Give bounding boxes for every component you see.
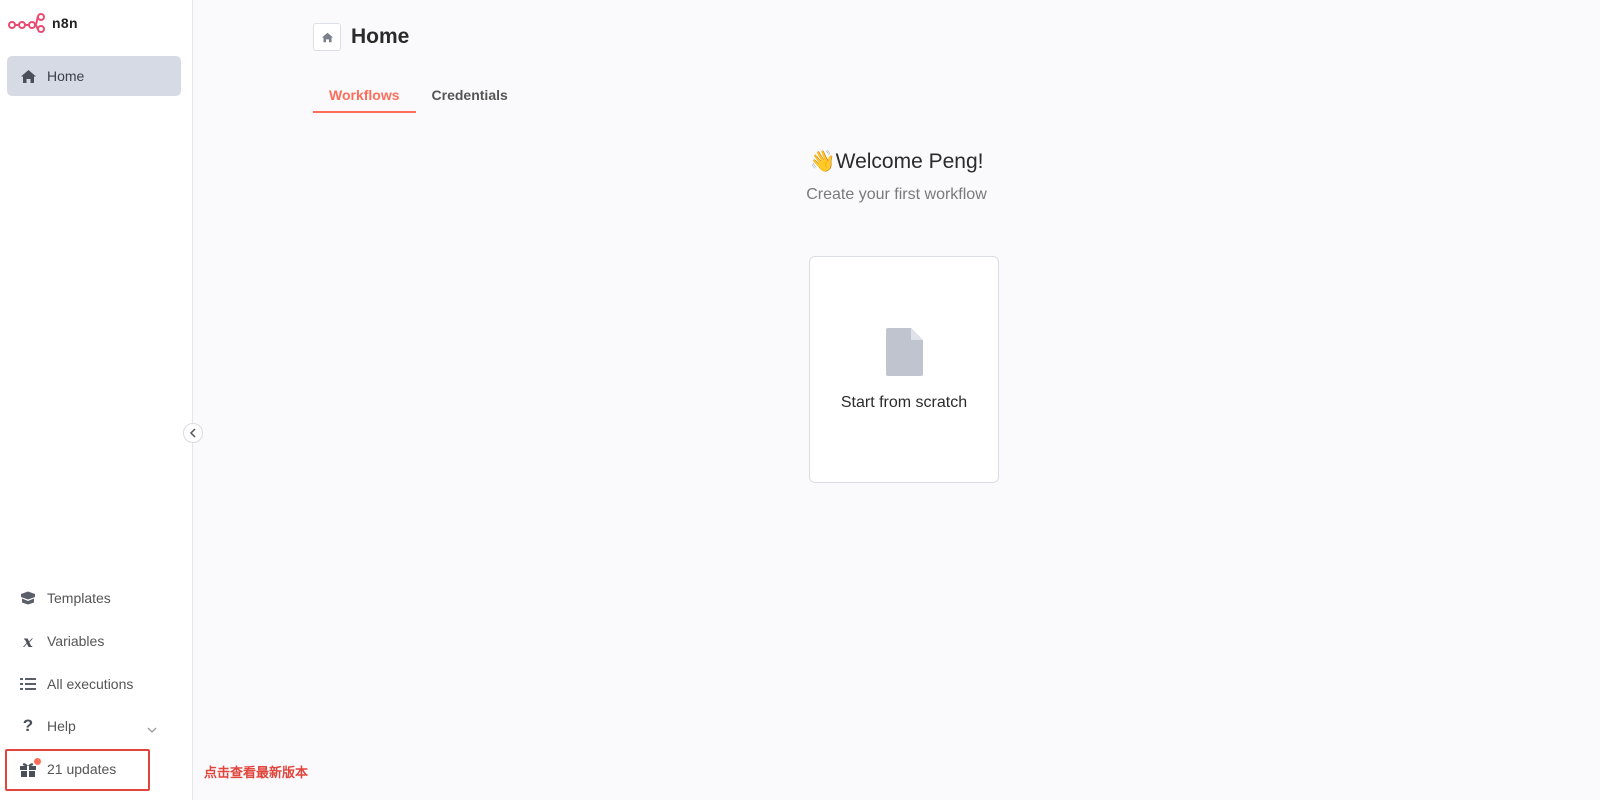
highlight-box [5,749,150,791]
file-icon [885,327,923,376]
sidebar-item-label: Help [47,718,76,734]
home-icon [313,23,341,51]
welcome-title: 👋Welcome Peng! [193,150,1600,174]
tab-bar: Workflows Credentials [313,82,524,113]
welcome-subtitle: Create your first workflow [806,186,987,203]
sidebar-item-label: Home [47,68,85,84]
sidebar-item-label: All executions [47,676,134,692]
tab-credentials[interactable]: Credentials [416,82,524,113]
start-from-scratch-card[interactable]: Start from scratch [809,256,999,483]
sidebar-item-help[interactable]: ? Help [7,706,181,746]
n8n-logo-icon [8,13,45,33]
sidebar-item-label: Variables [47,633,105,649]
app-root: n8n Home Templates x Variables All execu… [0,0,1600,800]
sidebar: n8n Home Templates x Variables All execu… [0,0,193,800]
variable-icon: x [23,631,33,651]
wave-emoji-icon: 👋 [809,150,836,173]
sidebar-item-home[interactable]: Home [7,56,181,96]
chevron-down-icon [147,720,157,736]
sidebar-item-label: Templates [47,590,111,606]
question-icon: ? [22,716,34,735]
start-from-scratch-label: Start from scratch [840,393,968,411]
tab-workflows[interactable]: Workflows [313,82,416,113]
sidebar-item-all-executions[interactable]: All executions [7,664,181,704]
main-content: Home Workflows Credentials 👋Welcome Peng… [193,0,1600,800]
logo[interactable]: n8n [8,12,78,34]
app-name: n8n [52,15,78,31]
welcome-heading: Welcome Peng! [835,150,984,173]
box-icon [19,589,37,607]
page-title: Home [351,25,410,48]
page-header: Home [313,23,409,51]
chevron-left-icon [189,428,196,438]
sidebar-item-variables[interactable]: x Variables [7,621,181,661]
welcome-section: 👋Welcome Peng! Create your first workflo… [193,150,1600,204]
home-icon [19,67,37,85]
sidebar-item-templates[interactable]: Templates [7,578,181,618]
collapse-sidebar-button[interactable] [183,423,203,443]
list-check-icon [19,675,37,693]
